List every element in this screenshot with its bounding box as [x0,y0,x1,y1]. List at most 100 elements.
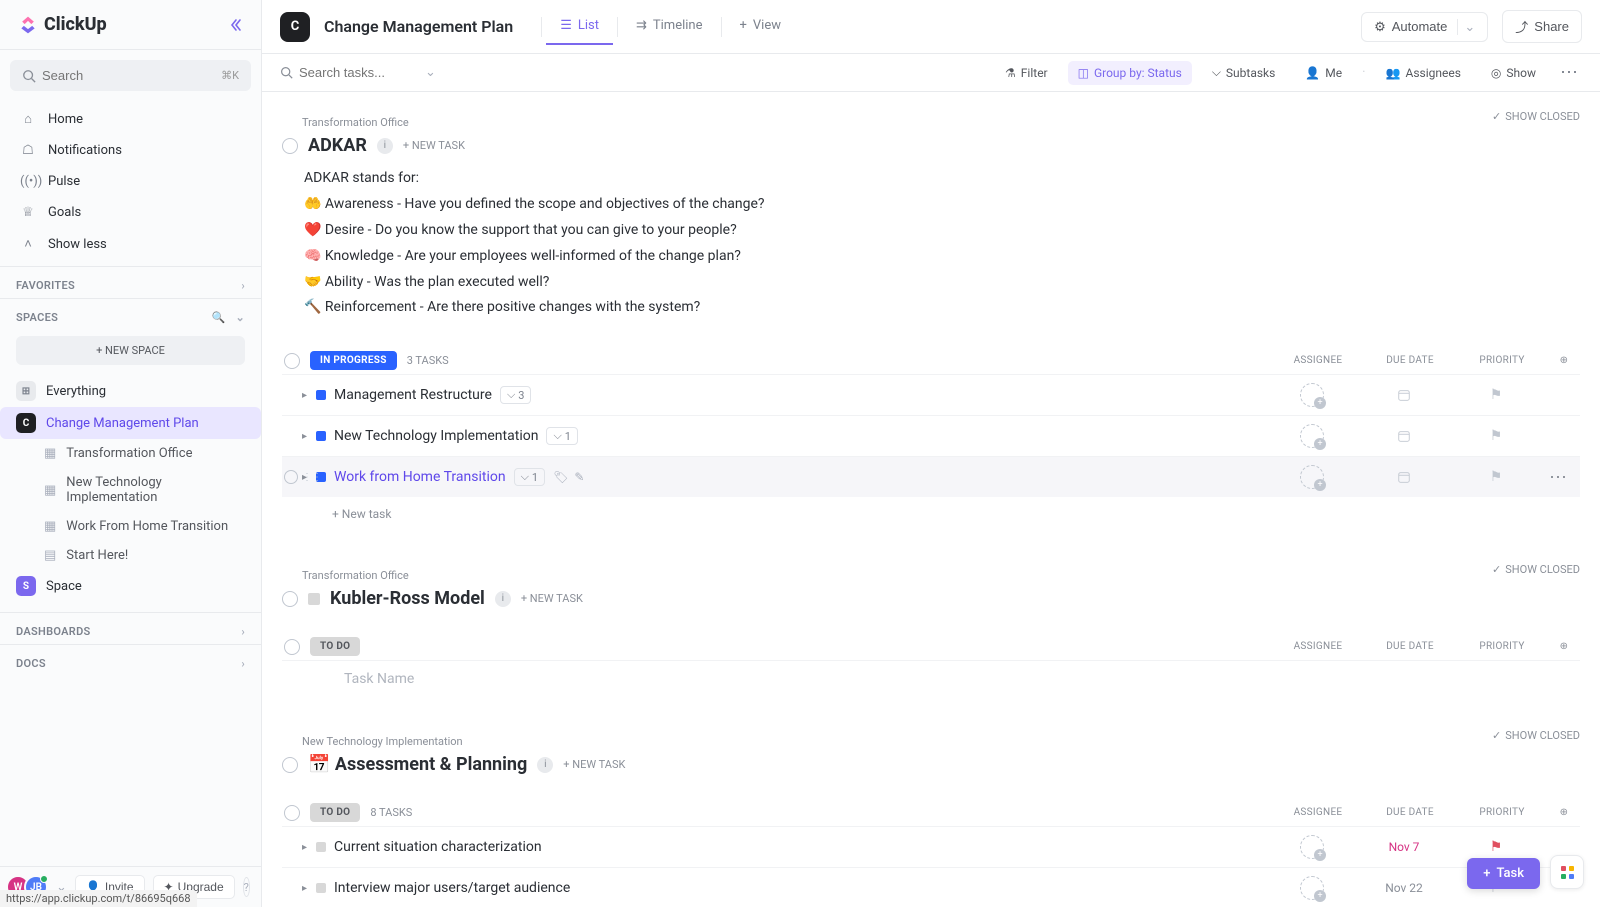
due-date-cell[interactable]: Nov 22 [1358,881,1450,895]
flag-icon[interactable]: ⚑ [1490,839,1503,855]
info-icon[interactable]: i [537,757,553,773]
search-spaces-icon[interactable]: 🔍 [211,311,225,324]
info-icon[interactable]: i [495,591,511,607]
status-ring-icon[interactable] [282,757,298,773]
nav-show-less[interactable]: ˄Show less [8,228,253,260]
assignee-cell[interactable] [1266,465,1358,489]
tab-timeline[interactable]: ⇉Timeline [622,8,717,45]
col-priority[interactable]: PRIORITY [1456,355,1548,366]
assignees-button[interactable]: 👥Assignees [1376,61,1471,85]
page-title[interactable]: Change Management Plan [324,17,513,36]
priority-cell[interactable]: ⚑ [1450,428,1542,444]
add-view-button[interactable]: +View [726,8,796,45]
list-title[interactable]: 📅 Assessment & Planning [308,754,527,775]
share-button[interactable]: ⤴Share [1502,10,1582,43]
status-square-icon[interactable] [316,431,326,441]
folder-breadcrumb[interactable]: New Technology Implementation [302,735,1492,748]
show-button[interactable]: ◎Show [1481,61,1546,85]
status-pill[interactable]: IN PROGRESS [310,351,397,370]
search-tasks-input[interactable] [299,65,419,80]
show-closed-button[interactable]: ✓ SHOW CLOSED [1492,729,1580,742]
col-priority[interactable]: PRIORITY [1456,807,1548,818]
me-button[interactable]: 👤Me [1295,61,1352,85]
add-column-icon[interactable]: ⊕ [1548,807,1580,818]
assignee-cell[interactable] [1266,424,1358,448]
task-row[interactable]: ▸ New Technology Implementation ⌵1 ⚑ [282,415,1580,456]
folder-new-tech[interactable]: ▦New Technology Implementation [0,468,261,512]
task-name[interactable]: Work from Home Transition [334,469,506,485]
task-row[interactable]: ▸Current situation characterizationNov 7… [282,826,1580,867]
priority-cell[interactable]: ⚑ [1450,469,1542,485]
priority-cell[interactable]: ⚑ [1450,387,1542,403]
new-task-link[interactable]: + NEW TASK [521,592,583,605]
flag-icon[interactable]: ⚑ [1490,469,1503,485]
chevron-down-icon[interactable]: ⌄ [425,65,436,80]
assignee-placeholder-icon[interactable] [1300,465,1324,489]
apps-fab[interactable] [1550,855,1584,889]
task-name[interactable]: Management Restructure [334,387,492,403]
space-everything[interactable]: ⊞ Everything [0,375,261,407]
new-task-fab[interactable]: +Task [1467,858,1540,889]
space-space[interactable]: S Space [0,570,261,602]
col-assignee[interactable]: ASSIGNEE [1272,641,1364,652]
new-task-link[interactable]: + NEW TASK [403,139,465,152]
tag-icon[interactable]: 🏷 [553,470,568,484]
chevron-down-icon[interactable]: ⌄ [1457,19,1475,35]
sidebar-search[interactable]: ⌘K [10,60,251,91]
folder-transformation-office[interactable]: ▦Transformation Office [0,439,261,468]
expand-caret-icon[interactable]: ▸ [302,883,312,894]
status-ring-icon[interactable] [282,138,298,154]
info-icon[interactable]: i [377,138,393,154]
sidebar-search-input[interactable] [36,68,221,83]
edit-icon[interactable]: ✎ [574,470,584,484]
due-date-cell[interactable]: Nov 7 [1358,840,1450,854]
tab-list[interactable]: ☰List [546,8,613,45]
task-name[interactable]: Interview major users/target audience [334,880,570,896]
subtasks-button[interactable]: ⌵Subtasks [1202,60,1286,85]
status-pill[interactable]: TO DO [310,637,360,656]
docs-header[interactable]: DOCS› [0,645,261,676]
space-change-management[interactable]: C Change Management Plan [0,407,261,439]
list-title[interactable]: ADKAR [308,135,367,156]
flag-icon[interactable]: ⚑ [1490,428,1503,444]
due-date-cell[interactable] [1358,388,1450,402]
priority-cell[interactable]: ⚑ [1450,839,1542,855]
expand-caret-icon[interactable]: ▸ [302,431,312,442]
list-title[interactable]: Kubler-Ross Model [330,588,485,609]
row-more-icon[interactable]: ⋯ [1542,467,1574,488]
spaces-header[interactable]: SPACES 🔍 ⌄ [0,299,261,330]
status-square-icon[interactable] [316,883,326,893]
assignee-placeholder-icon[interactable] [1300,383,1324,407]
col-assignee[interactable]: ASSIGNEE [1272,807,1364,818]
assignee-placeholder-icon[interactable] [1300,876,1324,900]
filter-button[interactable]: ⚗Filter [995,61,1058,85]
assignee-placeholder-icon[interactable] [1300,424,1324,448]
flag-icon[interactable]: ⚑ [1490,387,1503,403]
due-date-cell[interactable] [1358,470,1450,484]
status-ring-icon[interactable] [284,805,300,821]
nav-pulse[interactable]: ((•))Pulse [8,166,253,197]
status-square-icon[interactable] [316,390,326,400]
nav-goals[interactable]: ♕Goals [8,197,253,228]
due-date-cell[interactable] [1358,429,1450,443]
col-due[interactable]: DUE DATE [1364,807,1456,818]
new-task-link[interactable]: + NEW TASK [563,758,625,771]
col-due[interactable]: DUE DATE [1364,641,1456,652]
nav-home[interactable]: ⌂Home [8,103,253,135]
folder-breadcrumb[interactable]: Transformation Office [302,569,1492,582]
show-closed-button[interactable]: ✓ SHOW CLOSED [1492,110,1580,123]
new-task-row[interactable]: + New task [282,497,1580,531]
space-badge[interactable]: C [280,12,310,42]
drag-handle-icon[interactable]: ⋮⋮ [302,472,322,483]
automate-button[interactable]: ⚙Automate⌄ [1361,12,1488,42]
task-name[interactable]: New Technology Implementation [334,428,538,444]
doc-start-here[interactable]: ▤Start Here! [0,541,261,570]
dashboards-header[interactable]: DASHBOARDS› [0,613,261,644]
collapse-sidebar-icon[interactable] [227,17,243,33]
search-tasks[interactable]: ⌄ [280,65,436,80]
subtask-count[interactable]: ⌵1 [546,427,578,445]
col-due[interactable]: DUE DATE [1364,355,1456,366]
col-priority[interactable]: PRIORITY [1456,641,1548,652]
assignee-cell[interactable] [1266,383,1358,407]
status-ring-icon[interactable] [284,353,300,369]
